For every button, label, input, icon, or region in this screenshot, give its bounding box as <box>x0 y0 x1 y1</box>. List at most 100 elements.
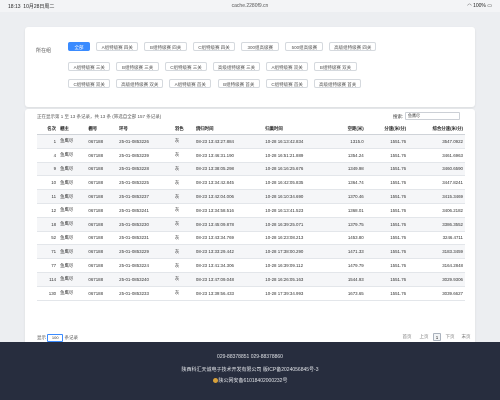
filter-chip[interactable]: B组特级赛 三关 <box>116 62 159 71</box>
column-header[interactable]: 名次 <box>37 124 59 135</box>
table-row[interactable]: 77 鱼鹰尽 067188 25-01-0853224 灰 08-23 13:41:34.… <box>37 258 465 273</box>
table-cell: 鱼鹰尽 <box>58 203 87 218</box>
filter-chip[interactable]: B组特级赛 双关 <box>314 62 357 71</box>
table-cell: 鱼鹰尽 <box>58 217 87 232</box>
table-cell: 鱼鹰尽 <box>58 175 87 191</box>
footer-police-text: 陕公网安备61018402000232号 <box>218 378 288 384</box>
table-cell: 鱼鹰尽 <box>58 189 87 204</box>
filter-chip[interactable]: C组特级赛 双关 <box>68 79 111 88</box>
filter-chip[interactable]: A组特级赛 四关 <box>96 42 139 51</box>
filter-chip[interactable]: B组特级赛 四关 <box>144 42 187 51</box>
table-cell: 25-01-0853239 <box>117 148 173 163</box>
table-row[interactable]: 12 鱼鹰尽 067188 25-01-0853241 灰 08-23 13:34:58.… <box>37 203 465 218</box>
table-cell: 1551.76 <box>365 244 409 260</box>
page-size-select[interactable]: 100 <box>47 334 64 342</box>
column-header[interactable]: 棚主 <box>58 124 87 135</box>
column-header[interactable]: 棚号 <box>86 124 118 135</box>
filter-chip[interactable]: 高级组特级赛 双关 <box>116 79 164 88</box>
table-row[interactable]: 9 鱼鹰尽 067188 25-01-0853228 灰 08-23 13:38:05.2… <box>37 162 465 177</box>
table-cell: 3447.8241 <box>408 175 465 191</box>
filter-chip[interactable]: 500组高级赛 <box>285 42 324 51</box>
table-cell: 067188 <box>86 272 118 287</box>
column-header[interactable]: 空距(米) <box>332 124 366 135</box>
table-cell: 灰 <box>172 217 194 232</box>
table-cell: 3460.6590 <box>408 162 465 177</box>
table-cell: 25-01-0853241 <box>117 203 173 218</box>
table-cell: 1551.76 <box>365 231 409 246</box>
table-cell: 25-01-0853240 <box>117 272 173 287</box>
table-cell: 1368.01 <box>332 203 366 218</box>
column-header[interactable]: 鸽归时间 <box>193 124 264 135</box>
table-row[interactable]: 1 鱼鹰尽 067188 25-01-0853226 灰 08-23 13:43:27.8… <box>37 134 465 149</box>
table-cell: 1379.75 <box>332 217 366 232</box>
results-table: 名次 棚主 棚号 环号 羽色 鸽归时间 归巢时间 空距(米) 分速(米/分) 综合分速(米/分) … <box>37 124 465 301</box>
filter-chip[interactable]: 高级组特级赛 首关 <box>314 79 361 88</box>
table-cell: 52 <box>37 231 59 246</box>
table-cell: 3386.3552 <box>408 217 465 232</box>
table-cell: 08-23 13:38:05.298 <box>193 162 264 177</box>
battery-icon: ▭ <box>487 3 492 9</box>
table-cell: 10-28 16:26:05.163 <box>263 272 333 287</box>
table-row[interactable]: 130 鱼鹰尽 067188 25-01-0853233 灰 08-23 13:39:56… <box>37 286 465 301</box>
table-cell: 鱼鹰尽 <box>58 148 87 163</box>
table-header-row: 名次 棚主 棚号 环号 羽色 鸽归时间 归巢时间 空距(米) 分速(米/分) 综合分速(米/分) <box>37 124 465 135</box>
table-cell: 25-01-0853231 <box>117 231 173 246</box>
column-header[interactable]: 环号 <box>117 124 173 135</box>
pager-next[interactable]: 下页 <box>443 333 457 341</box>
filter-chip[interactable]: 300组高级赛 <box>241 42 280 51</box>
table-cell: 25-01-0853228 <box>117 162 173 177</box>
table-cell: 25-01-0853226 <box>117 134 173 149</box>
table-cell: 08-23 13:33:29.442 <box>193 244 264 260</box>
filter-chip[interactable]: C组特级赛 首关 <box>265 79 309 88</box>
pager-current[interactable]: 1 <box>433 333 441 341</box>
table-cell: 3461.6963 <box>408 148 465 163</box>
column-header[interactable]: 综合分速(米/分) <box>408 124 465 135</box>
filter-chip[interactable]: C组特级赛 四关 <box>192 42 236 51</box>
column-header[interactable]: 羽色 <box>172 124 194 135</box>
table-cell: 10-28 17:38:00.290 <box>263 244 333 260</box>
filter-chip[interactable]: A组特级赛 三关 <box>68 62 111 71</box>
status-indicators: ◠ 100% ▭ <box>467 3 492 9</box>
table-cell: 鱼鹰尽 <box>58 134 87 149</box>
table-cell: 10-28 16:23:08.213 <box>263 231 333 246</box>
address-url[interactable]: cache.2280f9.cn <box>0 3 500 9</box>
table-cell: 067188 <box>86 134 118 149</box>
filter-card: 所在组 全部 A组特级赛 四关 B组特级赛 四关 C组特级赛 四关 300组高级赛 500… <box>25 27 475 107</box>
search-input[interactable] <box>405 112 460 120</box>
pager-first[interactable]: 首页 <box>399 333 415 341</box>
table-row[interactable]: 52 鱼鹰尽 067188 25-01-0853231 灰 08-23 13:43:34.… <box>37 231 465 246</box>
filter-chip[interactable]: 高级组特级赛 四关 <box>329 42 377 51</box>
filter-chip[interactable]: 高级组特级赛 三关 <box>213 62 260 71</box>
search-label: 搜索: <box>393 114 404 119</box>
table-cell: 灰 <box>172 148 194 163</box>
site-footer: 029-88378851 029-88378860 陕西科汇天诚电子技术开发有限… <box>0 342 500 400</box>
table-row[interactable]: 11 鱼鹰尽 067188 25-01-0853237 灰 08-23 13:42:04.… <box>37 189 465 204</box>
table-cell: 08-23 13:39:56.433 <box>193 286 264 301</box>
filter-chip[interactable]: C组特级赛 三关 <box>164 62 208 71</box>
table-row[interactable]: 4 鱼鹰尽 067188 25-01-0853239 灰 08-23 13:46:31.1… <box>37 148 465 163</box>
filter-chip[interactable]: B组特级赛 首关 <box>217 79 260 88</box>
table-row[interactable]: 71 鱼鹰尽 067188 25-01-0853229 灰 08-23 13:33:29.… <box>37 244 465 260</box>
table-row[interactable]: 18 鱼鹰尽 067188 25-01-0853230 灰 08-23 13:45:09.… <box>37 217 465 232</box>
table-cell: 1 <box>37 134 59 149</box>
column-header[interactable]: 分速(米/分) <box>365 124 409 135</box>
table-cell: 9 <box>37 162 59 177</box>
filter-chip[interactable]: A组特级赛 双关 <box>265 62 309 71</box>
police-badge-icon <box>212 378 218 384</box>
column-header[interactable]: 归巢时间 <box>263 124 333 135</box>
table-row[interactable]: 114 鱼鹰尽 067188 25-01-0853240 灰 08-23 13:47:09… <box>37 272 465 287</box>
table-cell: 1453.80 <box>332 231 366 246</box>
filter-chip[interactable]: 全部 <box>68 42 90 51</box>
filter-chip[interactable]: A组特级赛 首关 <box>169 79 212 88</box>
table-cell: 10-28 16:13:41.523 <box>263 203 333 218</box>
pager-last[interactable]: 末页 <box>459 333 473 341</box>
wifi-icon: ◠ <box>467 3 472 9</box>
table-cell: 10-28 16:42:05.835 <box>263 175 333 191</box>
table-row[interactable]: 10 鱼鹰尽 067188 25-01-0853225 灰 08-23 13:34:42.… <box>37 175 465 191</box>
pager-prev[interactable]: 上页 <box>417 333 431 341</box>
table-cell: 1315.0 <box>332 134 366 149</box>
table-cell: 25-01-0853229 <box>117 244 173 260</box>
battery-percent: 100% <box>473 3 486 9</box>
table-cell: 1673.65 <box>332 286 366 301</box>
results-card: 正在显示第 1 至 13 条记录，共 13 条 (筛选自全部 157 条记录) … <box>25 109 475 349</box>
